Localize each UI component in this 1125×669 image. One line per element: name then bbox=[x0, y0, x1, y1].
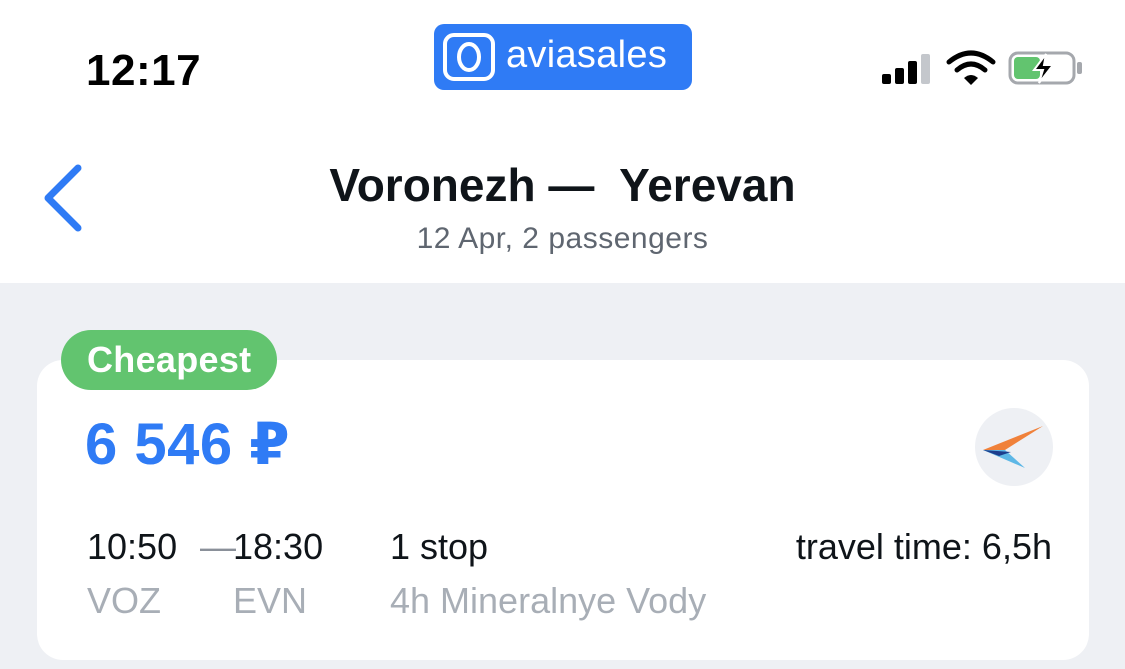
airline-logo-icon bbox=[983, 426, 1043, 468]
page-subtitle: 12 Apr, 2 passengers bbox=[416, 222, 709, 255]
cheapest-badge: Cheapest bbox=[61, 330, 278, 390]
aviasales-logo-icon bbox=[443, 33, 495, 81]
arrival-time: 18:30 bbox=[233, 526, 324, 567]
stop-detail: 4h Mineralnye Vody bbox=[390, 580, 707, 621]
nav-header: Voronezh — Yerevan 12 Apr, 2 passengers bbox=[0, 120, 1125, 283]
arrival-airport-code: EVN bbox=[233, 580, 308, 621]
brand-badge: aviasales bbox=[434, 24, 692, 90]
time-separator: — bbox=[200, 526, 236, 567]
ticket-card[interactable]: 6 546 ₽ 10:50 — 18:30 VOZ EVN 1 stop 4h … bbox=[37, 360, 1089, 660]
stops-count: 1 stop bbox=[390, 526, 489, 567]
travel-time: travel time: 6,5h bbox=[795, 526, 1052, 567]
airline-logo bbox=[975, 408, 1053, 486]
status-time: 12:17 bbox=[86, 46, 202, 95]
brand-name: aviasales bbox=[506, 34, 668, 76]
status-bar: 12:17 aviasales bbox=[0, 0, 1125, 120]
battery-charging-icon bbox=[1008, 51, 1082, 85]
wifi-icon bbox=[946, 50, 996, 85]
departure-airport-code: VOZ bbox=[87, 580, 162, 621]
ticket-price: 6 546 ₽ bbox=[85, 412, 291, 477]
page-title: Voronezh — Yerevan bbox=[329, 159, 796, 211]
departure-time: 10:50 bbox=[87, 526, 178, 567]
signal-icon bbox=[882, 54, 930, 84]
results-list[interactable]: 6 546 ₽ 10:50 — 18:30 VOZ EVN 1 stop 4h … bbox=[0, 283, 1125, 669]
